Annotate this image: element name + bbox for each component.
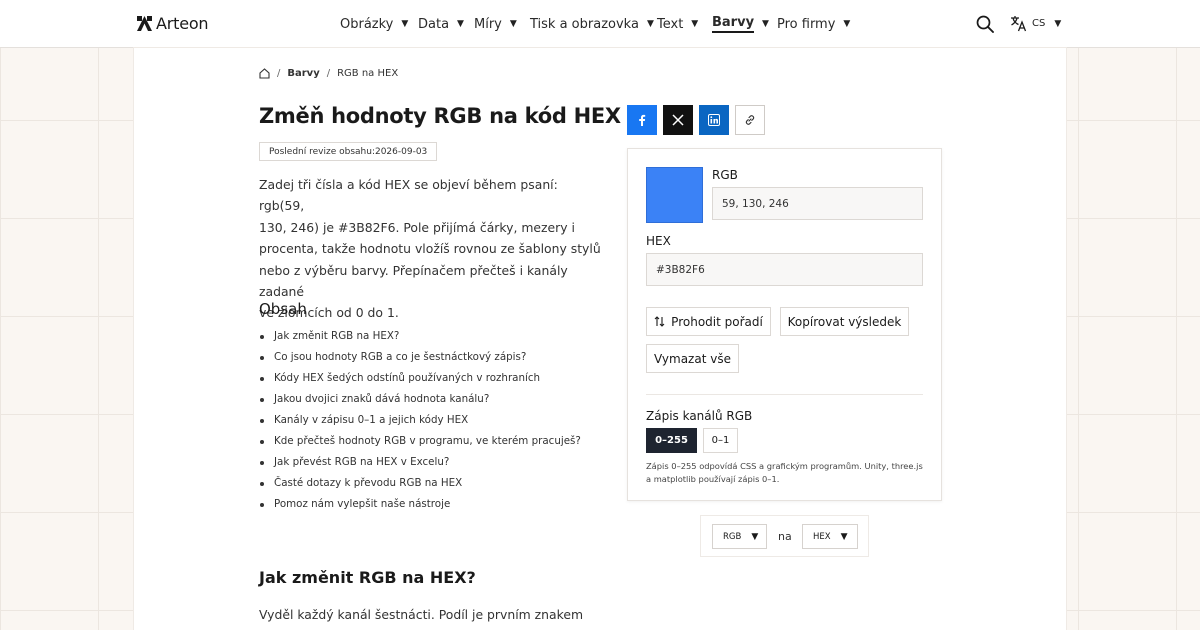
intro-line: ve zlomcích od 0 do 1. (259, 305, 399, 321)
breadcrumb-separator: / (326, 68, 331, 79)
link-icon (745, 115, 755, 125)
rgb-label: RGB (712, 168, 738, 182)
toc-link[interactable]: Co jsou hodnoty RGB a co je šestnáctkový… (259, 347, 581, 368)
logo[interactable]: Arteon (137, 14, 209, 33)
toc-link[interactable]: Kódy HEX šedých odstínů používaných v ro… (259, 368, 581, 389)
toc-link[interactable]: Jak převést RGB na HEX v Excelu? (259, 452, 581, 473)
nav-label: Tisk a obrazovka (530, 16, 639, 32)
x-share-button[interactable] (663, 105, 693, 135)
converter-panel: RGB HEX Prohodit pořadí Kopírovat výsled… (627, 148, 942, 501)
intro-line: procenta, takže hodnotu vložíš rovnou ze… (259, 241, 601, 257)
hex-input[interactable] (646, 253, 923, 286)
hex-label: HEX (646, 234, 671, 248)
rgb-input[interactable] (712, 187, 923, 220)
nav-label: Obrázky (340, 16, 394, 32)
main-nav: Obrázky ▼ Data ▼ Míry ▼ Tisk a obrazovka ▼ T… (340, 0, 857, 48)
nav-label: Míry (474, 16, 502, 32)
toc-link[interactable]: Kde přečteš hodnoty RGB v programu, ve k… (259, 431, 581, 452)
nav-item-miry[interactable]: Míry ▼ (474, 0, 530, 48)
mode-option-0-255[interactable]: 0–255 (646, 428, 697, 453)
to-format-select[interactable]: HEX ▼ (802, 524, 858, 549)
share-buttons (627, 105, 765, 135)
nav-item-obrazky[interactable]: Obrázky ▼ (340, 0, 418, 48)
chevron-down-icon: ▼ (457, 19, 464, 29)
nav-label: Data (418, 16, 450, 32)
toc-title: Obsah (259, 300, 307, 318)
mode-option-0-1[interactable]: 0–1 (703, 428, 738, 453)
to-format-value: HEX (813, 531, 831, 542)
facebook-icon (639, 114, 646, 126)
page-title: Změň hodnoty RGB na kód HEX (259, 104, 621, 128)
conversion-direction: RGB ▼ na HEX ▼ (700, 515, 869, 557)
intro-line: 130, 246) je #3B82F6. Pole přijímá čárky… (259, 219, 575, 235)
copy-link-button[interactable] (735, 105, 765, 135)
divider (646, 394, 923, 395)
breadcrumb-separator: / (277, 68, 281, 79)
section-heading: Jak změnit RGB na HEX? (259, 568, 476, 587)
section-paragraph: Vyděl každý kanál šestnácti. Podíl je pr… (259, 607, 584, 622)
channel-mode-note: Zápis 0–255 odpovídá CSS a grafickým pro… (646, 461, 923, 484)
chevron-down-icon: ▼ (646, 19, 654, 29)
home-icon[interactable] (259, 68, 270, 79)
nav-item-data[interactable]: Data ▼ (418, 0, 474, 48)
nav-item-pro-firmy[interactable]: Pro firmy ▼ (777, 0, 857, 48)
breadcrumb: / Barvy / RGB na HEX (259, 68, 398, 79)
toc-link[interactable]: Jakou dvojici znaků dává hodnota kanálu? (259, 389, 581, 410)
from-format-value: RGB (723, 531, 742, 542)
clear-all-button[interactable]: Vymazat vše (646, 344, 739, 373)
nav-item-text[interactable]: Text ▼ (657, 0, 712, 48)
nav-item-tisk[interactable]: Tisk a obrazovka ▼ (530, 0, 657, 48)
logo-text: Arteon (156, 14, 209, 33)
chevron-down-icon: ▼ (843, 19, 851, 29)
language-code: CS (1032, 18, 1046, 29)
translate-icon (1011, 16, 1027, 32)
copy-result-label: Kopírovat výsledek (787, 314, 902, 329)
chevron-down-icon: ▼ (840, 531, 848, 542)
language-selector[interactable]: CS ▼ (1010, 15, 1061, 32)
direction-separator: na (778, 530, 792, 543)
nav-item-barvy[interactable]: Barvy ▼ (712, 0, 777, 48)
toc-link[interactable]: Kanály v zápisu 0–1 a jejich kódy HEX (259, 410, 581, 431)
breadcrumb-section-link[interactable]: Barvy (287, 68, 319, 79)
intro-line: Zadej tři čísla a kód HEX se objeví běhe… (259, 177, 558, 214)
nav-label: Text (657, 16, 684, 32)
toc-link[interactable]: Jak změnit RGB na HEX? (259, 326, 581, 347)
swap-order-label: Prohodit pořadí (671, 314, 763, 329)
from-format-select[interactable]: RGB ▼ (712, 524, 767, 549)
breadcrumb-current: RGB na HEX (337, 68, 399, 79)
intro-paragraph: Zadej tři čísla a kód HEX se objeví běhe… (259, 174, 604, 324)
color-preview-swatch (646, 167, 703, 223)
revision-badge: Poslední revize obsahu:2026-09-03 (259, 142, 438, 161)
top-navigation-bar: Arteon Obrázky ▼ Data ▼ Míry ▼ Tisk a obraz… (0, 0, 1200, 48)
linkedin-icon (708, 114, 720, 126)
nav-label: Pro firmy (777, 16, 836, 32)
swap-order-button[interactable]: Prohodit pořadí (646, 307, 771, 336)
search-icon[interactable] (976, 15, 994, 33)
chevron-down-icon: ▼ (509, 19, 517, 29)
chevron-down-icon: ▼ (751, 531, 759, 542)
toc-link[interactable]: Časté dotazy k převodu RGB na HEX (259, 473, 581, 494)
x-icon (672, 114, 684, 126)
toc-link[interactable]: Pomoz nám vylepšit naše nástroje (259, 494, 581, 515)
chevron-down-icon: ▼ (691, 19, 699, 29)
swap-icon (654, 316, 665, 327)
chevron-down-icon: ▼ (762, 19, 769, 29)
nav-label: Barvy (712, 15, 755, 33)
chevron-down-icon: ▼ (1054, 18, 1062, 29)
facebook-share-button[interactable] (627, 105, 657, 135)
chevron-down-icon: ▼ (401, 19, 409, 29)
channel-mode-title: Zápis kanálů RGB (646, 409, 753, 423)
table-of-contents: Jak změnit RGB na HEX? Co jsou hodnoty R… (259, 326, 581, 515)
clear-all-label: Vymazat vše (654, 351, 731, 366)
intro-line: nebo z výběru barvy. Přepínačem přečteš … (259, 262, 568, 300)
linkedin-share-button[interactable] (699, 105, 729, 135)
logo-icon (137, 16, 152, 31)
copy-result-button[interactable]: Kopírovat výsledek (780, 307, 909, 336)
